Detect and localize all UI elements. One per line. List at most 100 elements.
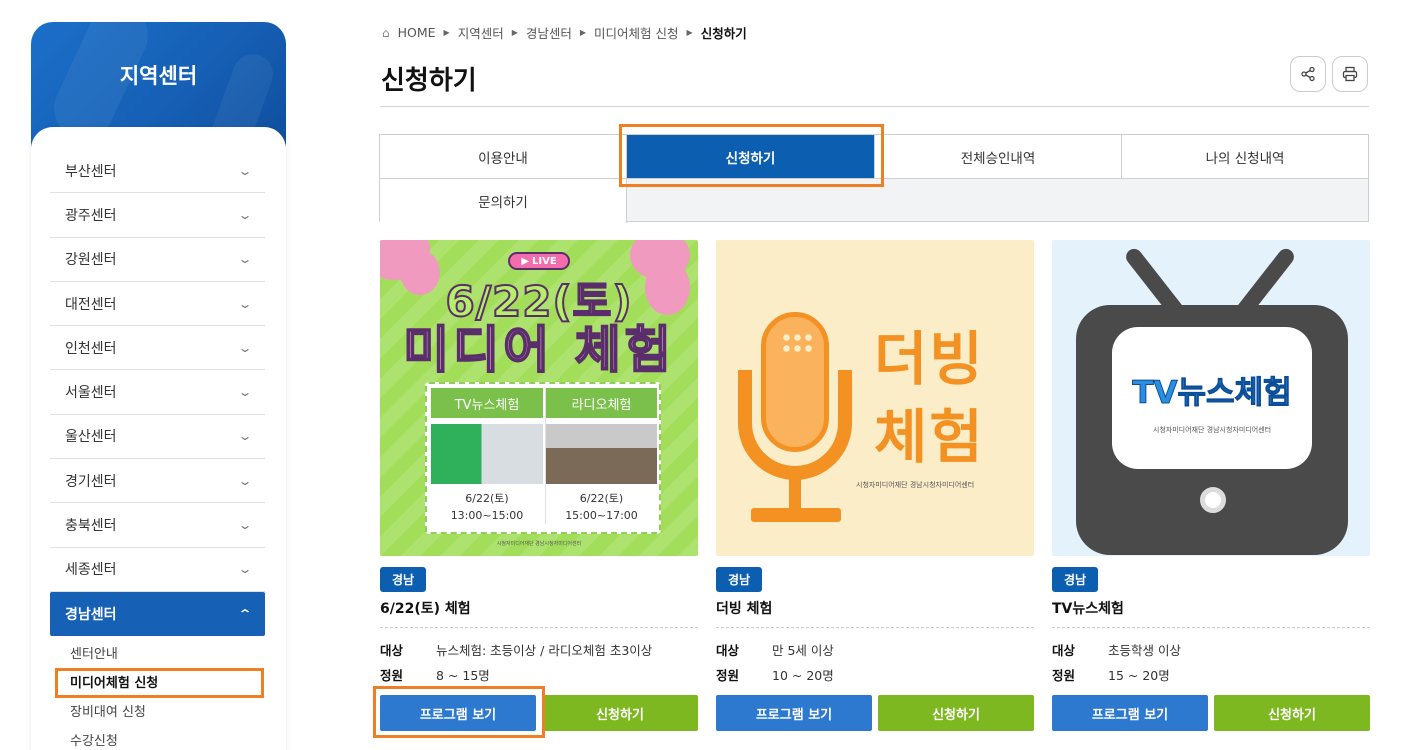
schedule-time: 15:00~17:00 xyxy=(565,509,638,522)
home-icon: ⌂ xyxy=(382,25,390,40)
studio-photo xyxy=(546,424,657,484)
program-thumbnail[interactable]: ▶ LIVE 6/22(토) 미디어 체험 TV뉴스체험 6/22(토) 13:0… xyxy=(380,240,698,556)
print-button[interactable] xyxy=(1332,56,1368,92)
program-thumbnail[interactable]: 더빙 체험 시청자미디어재단 경남시청자미디어센터 xyxy=(716,240,1034,556)
apply-button[interactable]: 신청하기 xyxy=(542,695,698,731)
breadcrumb-home[interactable]: HOME xyxy=(398,25,436,40)
schedule-label: TV뉴스체험 xyxy=(431,388,543,418)
breadcrumb-item[interactable]: 미디어체험 신청 xyxy=(594,23,678,42)
sidebar-item-label: 광주센터 xyxy=(65,207,117,224)
meta-label: 대상 xyxy=(716,643,740,658)
view-program-button[interactable]: 프로그램 보기 xyxy=(1052,695,1208,731)
capacity-row: 정원 10 ~ 20명 xyxy=(716,665,834,684)
region-badge: 경남 xyxy=(380,567,427,592)
submenu-item-center-info[interactable]: 센터안내 xyxy=(50,640,265,669)
sidebar-item-label: 서울센터 xyxy=(65,385,117,402)
divider xyxy=(716,627,1034,628)
sidebar-item-incheon[interactable]: 인천센터 ⌄ xyxy=(50,326,265,371)
print-icon xyxy=(1342,66,1358,82)
apply-button[interactable]: 신청하기 xyxy=(878,695,1034,731)
sidebar-item-gyeongnam[interactable]: 경남센터 ⌃ xyxy=(50,591,265,636)
meta-label: 대상 xyxy=(1052,643,1076,658)
divider xyxy=(380,106,1369,107)
sidebar-item-sejong[interactable]: 세종센터 ⌄ xyxy=(50,548,265,592)
capacity-row: 정원 15 ~ 20명 xyxy=(1052,665,1170,684)
target-row: 대상 초등학생 이상 xyxy=(1052,640,1181,659)
breadcrumb-separator-icon: ▶ xyxy=(511,28,518,37)
sidebar-item-label: 대전센터 xyxy=(65,296,117,313)
sidebar-item-chungbuk[interactable]: 충북센터 ⌄ xyxy=(50,503,265,548)
submenu-item-course-registration[interactable]: 수강신청 xyxy=(50,727,265,750)
sidebar-item-label: 인천센터 xyxy=(65,340,117,357)
breadcrumb: ⌂ HOME ▶ 지역센터 ▶ 경남센터 ▶ 미디어체험 신청 ▶ 신청하기 xyxy=(382,23,747,42)
sidebar-item-label: 경기센터 xyxy=(65,473,117,490)
sidebar-item-busan[interactable]: 부산센터 ⌄ xyxy=(50,149,265,194)
sidebar-item-label: 강원센터 xyxy=(65,252,117,269)
view-program-button[interactable]: 프로그램 보기 xyxy=(716,695,872,731)
sidebar-item-daejeon[interactable]: 대전센터 ⌄ xyxy=(50,282,265,327)
chevron-down-icon: ⌄ xyxy=(237,518,253,533)
share-button[interactable] xyxy=(1290,56,1326,92)
thumbnail-headline: 미디어 체험 xyxy=(402,320,675,380)
schedule-board: TV뉴스체험 6/22(토) 13:00~15:00 라디오체험 6/22(토)… xyxy=(425,382,661,534)
foundation-logo: 시청자미디어재단 경남시청자미디어센터 xyxy=(496,541,582,547)
target-row: 대상 만 5세 이상 xyxy=(716,640,834,659)
sidebar-item-label: 경남센터 xyxy=(65,606,117,623)
sidebar-item-gwangju[interactable]: 광주센터 ⌄ xyxy=(50,193,265,238)
meta-label: 정원 xyxy=(716,668,740,683)
region-badge: 경남 xyxy=(1052,567,1099,592)
chevron-down-icon: ⌄ xyxy=(237,252,253,267)
chevron-down-icon: ⌄ xyxy=(237,562,253,577)
sidebar-item-gyeonggi[interactable]: 경기센터 ⌄ xyxy=(50,459,265,504)
chevron-down-icon: ⌄ xyxy=(237,207,253,222)
thumbnail-headline: TV뉴스체험 xyxy=(1132,375,1292,412)
breadcrumb-item[interactable]: 지역센터 xyxy=(458,23,504,42)
tab-my-applications[interactable]: 나의 신청내역 xyxy=(1122,135,1368,179)
highlight-box xyxy=(55,668,264,698)
apply-button[interactable]: 신청하기 xyxy=(1214,695,1370,731)
chevron-down-icon: ⌄ xyxy=(237,296,253,311)
chevron-down-icon: ⌄ xyxy=(237,385,253,400)
page-title: 신청하기 xyxy=(381,66,477,96)
sidebar-item-label: 부산센터 xyxy=(65,163,117,180)
tab-inquiry[interactable]: 문의하기 xyxy=(380,179,627,223)
tab-approved-list[interactable]: 전체승인내역 xyxy=(875,135,1122,179)
breadcrumb-separator-icon: ▶ xyxy=(443,28,450,37)
program-title: TV뉴스체험 xyxy=(1052,601,1124,617)
play-icon: ▶ xyxy=(521,255,530,267)
breadcrumb-separator-icon: ▶ xyxy=(579,28,587,37)
target-row: 대상 뉴스체험: 초등이상 / 라디오체험 초3이상 xyxy=(380,640,652,659)
sidebar-item-ulsan[interactable]: 울산센터 ⌄ xyxy=(50,415,265,460)
target-value: 초등학생 이상 xyxy=(1108,643,1181,658)
divider xyxy=(1052,627,1370,628)
divider xyxy=(380,627,698,628)
tab-usage-guide[interactable]: 이용안내 xyxy=(380,135,627,179)
foundation-logo: 시청자미디어재단 경남시청자미디어센터 xyxy=(1152,426,1272,434)
breadcrumb-item[interactable]: 경남센터 xyxy=(526,23,572,42)
chevron-down-icon: ⌄ xyxy=(237,340,253,355)
program-thumbnail[interactable]: TV뉴스체험 시청자미디어재단 경남시청자미디어센터 xyxy=(1052,240,1370,556)
chevron-down-icon: ⌄ xyxy=(237,429,253,444)
studio-photo xyxy=(431,424,543,484)
capacity-row: 정원 8 ~ 15명 xyxy=(380,665,490,684)
thumbnail-headline: 더빙 체험 xyxy=(874,325,985,471)
chevron-up-icon: ⌃ xyxy=(237,606,253,621)
share-icon xyxy=(1301,66,1315,82)
sidebar-item-gangwon[interactable]: 강원센터 ⌄ xyxy=(50,238,265,282)
program-title: 6/22(토) 체험 xyxy=(380,601,471,617)
meta-label: 대상 xyxy=(380,643,404,658)
sidebar-title: 지역센터 xyxy=(119,64,198,88)
schedule-time: 13:00~15:00 xyxy=(450,509,524,522)
sidebar-item-seoul[interactable]: 서울센터 ⌄ xyxy=(50,370,265,415)
capacity-value: 10 ~ 20명 xyxy=(772,668,834,683)
schedule-label: 라디오체험 xyxy=(546,388,657,418)
meta-label: 정원 xyxy=(1052,668,1076,683)
sidebar-item-label: 충북센터 xyxy=(65,518,117,535)
chevron-down-icon: ⌄ xyxy=(237,473,253,488)
program-title: 더빙 체험 xyxy=(716,601,773,617)
schedule-date: 6/22(토) xyxy=(579,492,624,505)
sidebar-item-label: 울산센터 xyxy=(65,429,117,446)
breadcrumb-current: 신청하기 xyxy=(700,26,747,41)
target-value: 뉴스체험: 초등이상 / 라디오체험 초3이상 xyxy=(436,643,653,658)
submenu-item-equipment-rental[interactable]: 장비대여 신청 xyxy=(50,698,265,727)
